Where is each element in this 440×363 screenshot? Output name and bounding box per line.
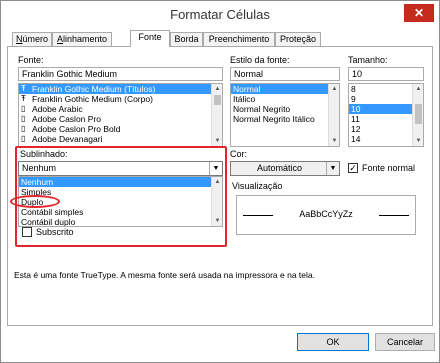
list-item[interactable]: Normal Negrito <box>231 104 339 114</box>
scroll-down-icon[interactable]: ▼ <box>329 136 339 146</box>
scroll-down-icon[interactable]: ▼ <box>212 136 222 146</box>
list-item[interactable]: Ŧ Franklin Gothic Medium (Corpo) <box>19 94 222 104</box>
opentype-icon: ▯ <box>21 134 26 143</box>
font-style-input[interactable]: Normal <box>230 67 340 81</box>
truetype-icon: Ŧ <box>21 84 26 93</box>
truetype-icon: Ŧ <box>21 94 26 103</box>
normal-font-label: Fonte normal <box>362 163 416 173</box>
preview-sample: AaBbCcYyZz <box>299 209 353 219</box>
opentype-icon: ▯ <box>21 124 26 133</box>
scroll-up-icon[interactable]: ▲ <box>413 84 423 94</box>
list-item[interactable]: Itálico <box>231 94 339 104</box>
font-info-text: Esta é uma fonte TrueType. A mesma fonte… <box>14 270 315 280</box>
scroll-down-icon[interactable]: ▼ <box>413 136 423 146</box>
tab-fonte[interactable]: Fonte <box>130 30 170 47</box>
size-list-scrollbar[interactable]: ▲ ▼ <box>412 84 423 146</box>
preview-line-right <box>379 215 409 216</box>
font-name-input[interactable]: Franklin Gothic Medium <box>18 67 223 81</box>
font-label: Fonte: <box>18 55 44 65</box>
dialog-title: Formatar Células <box>170 7 270 22</box>
font-size-list[interactable]: 8 9 10 11 12 14 ▲ ▼ <box>348 83 424 147</box>
color-label: Cor: <box>230 149 248 159</box>
tab-preenchimento[interactable]: Preenchimento <box>203 32 275 46</box>
highlight-ellipse <box>10 195 60 208</box>
list-item[interactable]: Normal Negrito Itálico <box>231 114 339 124</box>
format-cells-dialog: Formatar Células ✕ Número Alinhamento Fo… <box>0 0 440 363</box>
list-item[interactable]: ▯ Adobe Arabic <box>19 104 222 114</box>
font-list-scrollbar[interactable]: ▲ ▼ <box>211 84 222 146</box>
list-item[interactable]: Normal <box>231 84 339 94</box>
normal-font-checkbox[interactable]: ✓ <box>348 163 358 173</box>
preview-box: AaBbCcYyZz <box>236 195 416 235</box>
cancel-button[interactable]: Cancelar <box>375 333 435 351</box>
style-list-scrollbar[interactable]: ▲ ▼ <box>328 84 339 146</box>
list-item[interactable]: ▯ Adobe Caslon Pro <box>19 114 222 124</box>
tab-numero[interactable]: Número <box>12 32 52 46</box>
scroll-thumb[interactable] <box>214 95 221 105</box>
chevron-down-icon[interactable]: ▼ <box>326 162 339 175</box>
tab-alinhamento[interactable]: Alinhamento <box>52 32 112 46</box>
list-item[interactable]: ▯ Adobe Devanagari <box>19 134 222 144</box>
font-list[interactable]: Ŧ Franklin Gothic Medium (Títulos) Ŧ Frank… <box>18 83 223 147</box>
font-style-label: Estilo da fonte: <box>230 55 290 65</box>
opentype-icon: ▯ <box>21 104 26 113</box>
color-value: Automático <box>256 163 303 173</box>
font-size-label: Tamanho: <box>348 55 388 65</box>
tab-protecao[interactable]: Proteção <box>275 32 321 46</box>
scroll-up-icon[interactable]: ▲ <box>329 84 339 94</box>
scroll-up-icon[interactable]: ▲ <box>212 84 222 94</box>
font-tab-panel: Fonte: Franklin Gothic Medium Ŧ Franklin … <box>7 46 433 326</box>
color-select[interactable]: Automático ▼ <box>230 161 340 176</box>
font-size-input[interactable]: 10 <box>348 67 424 81</box>
opentype-icon: ▯ <box>21 114 26 123</box>
ok-button[interactable]: OK <box>297 333 369 351</box>
list-item[interactable]: Ŧ Franklin Gothic Medium (Títulos) <box>19 84 222 94</box>
list-item[interactable]: ▯ Adobe Caslon Pro Bold <box>19 124 222 134</box>
preview-label: Visualização <box>232 181 283 191</box>
close-icon[interactable]: ✕ <box>404 4 434 22</box>
tab-borda[interactable]: Borda <box>170 32 203 46</box>
title-bar: Formatar Células ✕ <box>1 1 439 28</box>
font-style-list[interactable]: Normal Itálico Normal Negrito Normal Neg… <box>230 83 340 147</box>
scroll-thumb[interactable] <box>415 104 422 124</box>
